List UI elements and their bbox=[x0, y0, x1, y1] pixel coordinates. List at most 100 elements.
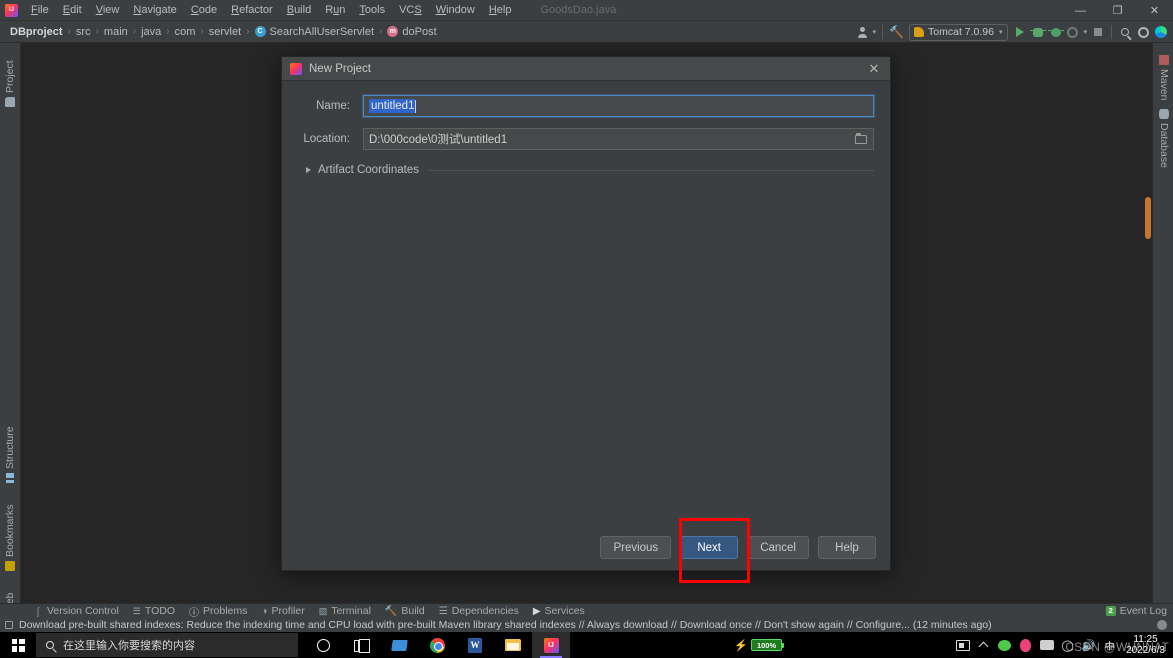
menu-tools[interactable]: Tools bbox=[352, 1, 392, 19]
toolbar-separator bbox=[882, 25, 884, 39]
status-message[interactable]: Download pre-built shared indexes: Reduc… bbox=[19, 619, 992, 631]
breadcrumb-item-class[interactable]: C SearchAllUserServlet bbox=[252, 25, 378, 39]
menu-code[interactable]: Code bbox=[184, 1, 224, 19]
menu-navigate[interactable]: Navigate bbox=[126, 1, 183, 19]
browse-button[interactable] bbox=[854, 132, 868, 145]
build-button[interactable]: 🔨 bbox=[887, 22, 906, 42]
scrollbar-thumb[interactable] bbox=[1145, 197, 1151, 239]
run-button[interactable] bbox=[1011, 22, 1029, 42]
sidebar-item-database[interactable]: Database bbox=[1155, 105, 1173, 172]
settings-button[interactable] bbox=[1134, 22, 1152, 42]
updates-button[interactable] bbox=[1152, 22, 1170, 42]
dialog-body: Name: untitled1 Location: D:\000code\0测试… bbox=[282, 81, 890, 525]
word-icon: W bbox=[468, 637, 482, 653]
intellij-idea-taskbar-button[interactable] bbox=[532, 632, 570, 658]
tool-tab-version-control-label: Version Control bbox=[47, 605, 119, 617]
maximize-button[interactable]: ❐ bbox=[1099, 0, 1136, 21]
close-button[interactable]: ✕ bbox=[1136, 0, 1173, 21]
services-icon: ▶ bbox=[532, 605, 541, 617]
minimize-button[interactable]: — bbox=[1062, 0, 1099, 21]
name-row: Name: untitled1 bbox=[298, 95, 874, 117]
clock[interactable]: 11:25 2022/6/3 bbox=[1120, 634, 1171, 656]
breadcrumb-class-label: SearchAllUserServlet bbox=[269, 25, 375, 38]
breadcrumb-item-src[interactable]: src bbox=[73, 25, 94, 39]
battery-indicator[interactable]: ⚡ 100% bbox=[734, 639, 785, 652]
tool-tab-build[interactable]: 🔨 Build bbox=[378, 604, 432, 618]
battery-percent: 100% bbox=[756, 640, 777, 650]
breadcrumb-item-project[interactable]: DBproject bbox=[7, 25, 66, 39]
sidebar-item-structure[interactable]: Structure bbox=[1, 422, 19, 487]
menu-build[interactable]: Build bbox=[280, 1, 318, 19]
breadcrumb-item-main[interactable]: main bbox=[101, 25, 131, 39]
menu-refactor[interactable]: Refactor bbox=[224, 1, 280, 19]
breadcrumb-item-method[interactable]: m doPost bbox=[384, 25, 439, 39]
sidebar-item-maven[interactable]: Maven bbox=[1155, 51, 1173, 105]
dialog-close-button[interactable]: ✕ bbox=[864, 59, 884, 79]
start-button[interactable] bbox=[0, 632, 36, 658]
project-name-value: untitled1 bbox=[369, 99, 416, 113]
tool-tab-dependencies[interactable]: ☰ Dependencies bbox=[432, 604, 526, 618]
tool-tab-problems[interactable]: ⓘ Problems bbox=[182, 603, 254, 620]
artifact-coordinates-section[interactable]: Artifact Coordinates bbox=[298, 164, 874, 176]
tool-tab-services[interactable]: ▶ Services bbox=[526, 604, 592, 618]
menu-file[interactable]: FFileile bbox=[24, 1, 56, 19]
tool-tab-version-control[interactable]: ⎰ Version Control bbox=[26, 603, 126, 620]
stop-button[interactable] bbox=[1089, 22, 1107, 42]
cortana-button[interactable] bbox=[304, 632, 342, 658]
netdisk-tray-button[interactable] bbox=[1036, 632, 1057, 658]
network-button[interactable]: ◯ bbox=[1057, 632, 1078, 658]
sidebar-item-maven-label: Maven bbox=[1158, 69, 1170, 101]
volume-button[interactable]: 🔊 bbox=[1078, 632, 1099, 658]
profiler-button[interactable]: ▾ bbox=[1065, 22, 1089, 42]
event-log-button[interactable]: 2 Event Log bbox=[1105, 605, 1167, 617]
menu-help[interactable]: Help bbox=[482, 1, 519, 19]
event-log-count-badge: 2 bbox=[1105, 606, 1116, 616]
breadcrumb-method-label: doPost bbox=[402, 25, 437, 38]
search-icon bbox=[1121, 28, 1129, 36]
run-icon bbox=[1016, 27, 1025, 37]
project-name-input[interactable]: untitled1 bbox=[363, 95, 874, 117]
event-log-label: Event Log bbox=[1119, 605, 1167, 617]
tool-tab-services-label: Services bbox=[544, 605, 585, 617]
sidebar-item-bookmarks[interactable]: Bookmarks bbox=[1, 500, 19, 575]
breadcrumb-item-com[interactable]: com bbox=[172, 25, 199, 39]
help-button[interactable]: Help bbox=[818, 536, 876, 559]
run-with-coverage-button[interactable] bbox=[1047, 22, 1065, 42]
ime-button[interactable]: 中 bbox=[1099, 632, 1120, 658]
this-pc-button[interactable] bbox=[380, 632, 418, 658]
news-and-interests-button[interactable] bbox=[952, 632, 973, 658]
taskbar-search-input[interactable]: 在这里输入你要搜索的内容 bbox=[36, 633, 298, 657]
tool-tab-todo[interactable]: ☰ TODO bbox=[126, 604, 182, 618]
menu-window[interactable]: Window bbox=[429, 1, 482, 19]
debug-button[interactable] bbox=[1029, 22, 1047, 42]
background-tasks-icon[interactable] bbox=[1157, 620, 1167, 630]
task-view-button[interactable] bbox=[342, 632, 380, 658]
show-hidden-icons-button[interactable] bbox=[973, 632, 994, 658]
qq-tray-button[interactable] bbox=[1015, 632, 1036, 658]
chrome-button[interactable] bbox=[418, 632, 456, 658]
menu-view[interactable]: View bbox=[89, 1, 127, 19]
menu-vcs[interactable]: VCS bbox=[392, 1, 429, 19]
profile-button[interactable]: ▾ bbox=[855, 22, 879, 42]
menu-run[interactable]: Run bbox=[318, 1, 352, 19]
warning-icon: ⓘ bbox=[189, 607, 200, 619]
toolbar-separator bbox=[1111, 25, 1112, 39]
hammer-icon: 🔨 bbox=[384, 605, 398, 617]
cancel-button[interactable]: Cancel bbox=[747, 536, 809, 559]
file-explorer-button[interactable] bbox=[494, 632, 532, 658]
breadcrumb-item-servlet[interactable]: servlet bbox=[206, 25, 244, 39]
word-button[interactable]: W bbox=[456, 632, 494, 658]
next-button[interactable]: Next bbox=[680, 536, 739, 559]
wechat-tray-button[interactable] bbox=[994, 632, 1015, 658]
menu-edit[interactable]: Edit bbox=[56, 1, 89, 19]
tool-tab-profiler[interactable]: ◑ Profiler bbox=[254, 604, 311, 618]
breadcrumb-item-java[interactable]: java bbox=[138, 25, 164, 39]
previous-button[interactable]: Previous bbox=[600, 536, 672, 559]
run-configuration-selector[interactable]: Tomcat 7.0.96 ▾ bbox=[909, 23, 1009, 41]
text-caret bbox=[415, 99, 417, 113]
sidebar-item-project[interactable]: Project bbox=[1, 56, 19, 111]
tool-tab-terminal[interactable]: ▧ Terminal bbox=[312, 604, 378, 618]
search-everywhere-button[interactable] bbox=[1116, 22, 1134, 42]
project-location-input[interactable]: D:\000code\0测试\untitled1 bbox=[363, 128, 874, 150]
updates-icon bbox=[1155, 26, 1167, 38]
